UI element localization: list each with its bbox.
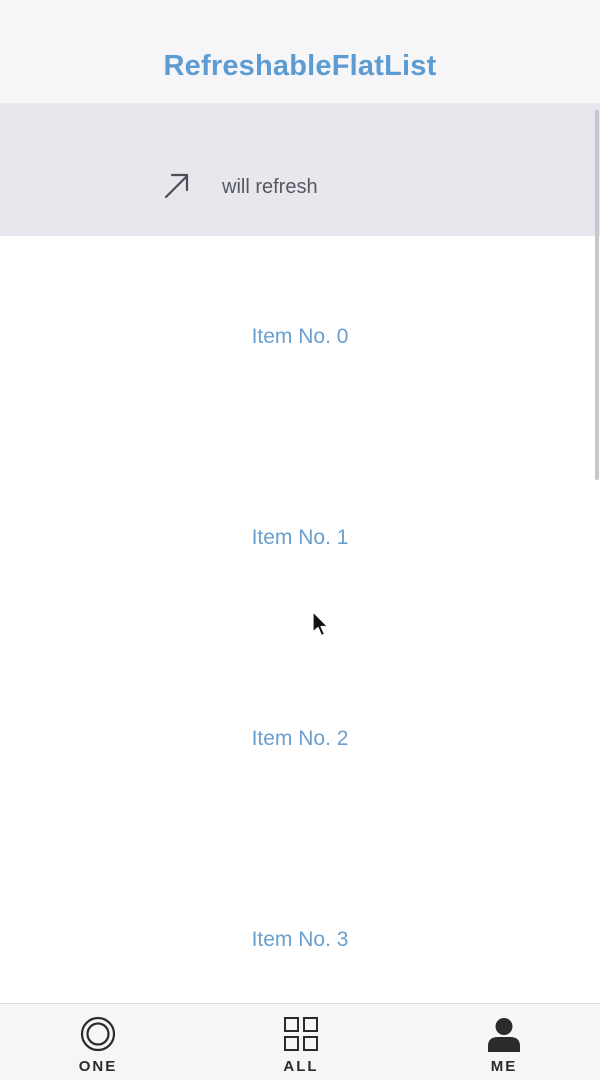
- list-item-label: Item No. 3: [251, 927, 349, 951]
- list-item[interactable]: Item No. 3: [0, 839, 600, 1003]
- tab-me[interactable]: ME: [444, 1004, 564, 1080]
- list-item[interactable]: Item No. 2: [0, 638, 600, 839]
- list-item[interactable]: Item No. 0: [0, 236, 600, 437]
- tab-all[interactable]: ALL: [241, 1004, 361, 1080]
- tab-label: ONE: [78, 1058, 118, 1075]
- circle-target-icon: [80, 1016, 116, 1052]
- list-item-label: Item No. 0: [251, 324, 349, 348]
- tab-bar: ONE ALL ME: [0, 1003, 600, 1080]
- pull-to-refresh-header: will refresh: [0, 104, 600, 236]
- list-item[interactable]: Item No. 1: [0, 437, 600, 638]
- refresh-status-text: will refresh: [222, 176, 318, 198]
- flat-list[interactable]: Item No. 0 Item No. 1 Item No. 2 Item No…: [0, 236, 600, 1003]
- tab-one[interactable]: ONE: [38, 1004, 158, 1080]
- tab-label: ALL: [283, 1058, 319, 1075]
- page-title: RefreshableFlatList: [163, 50, 437, 82]
- arrow-up-right-icon: [164, 173, 189, 199]
- navigation-header: RefreshableFlatList: [0, 0, 600, 104]
- tab-label: ME: [490, 1058, 518, 1075]
- mouse-cursor-icon: [312, 611, 329, 637]
- scrollbar[interactable]: [595, 110, 599, 480]
- list-item-label: Item No. 2: [251, 726, 349, 750]
- app-screen: RefreshableFlatList will refresh Item No…: [0, 0, 600, 1080]
- person-icon: [488, 1018, 520, 1052]
- list-item-label: Item No. 1: [251, 525, 349, 549]
- grid-icon: [284, 1017, 318, 1051]
